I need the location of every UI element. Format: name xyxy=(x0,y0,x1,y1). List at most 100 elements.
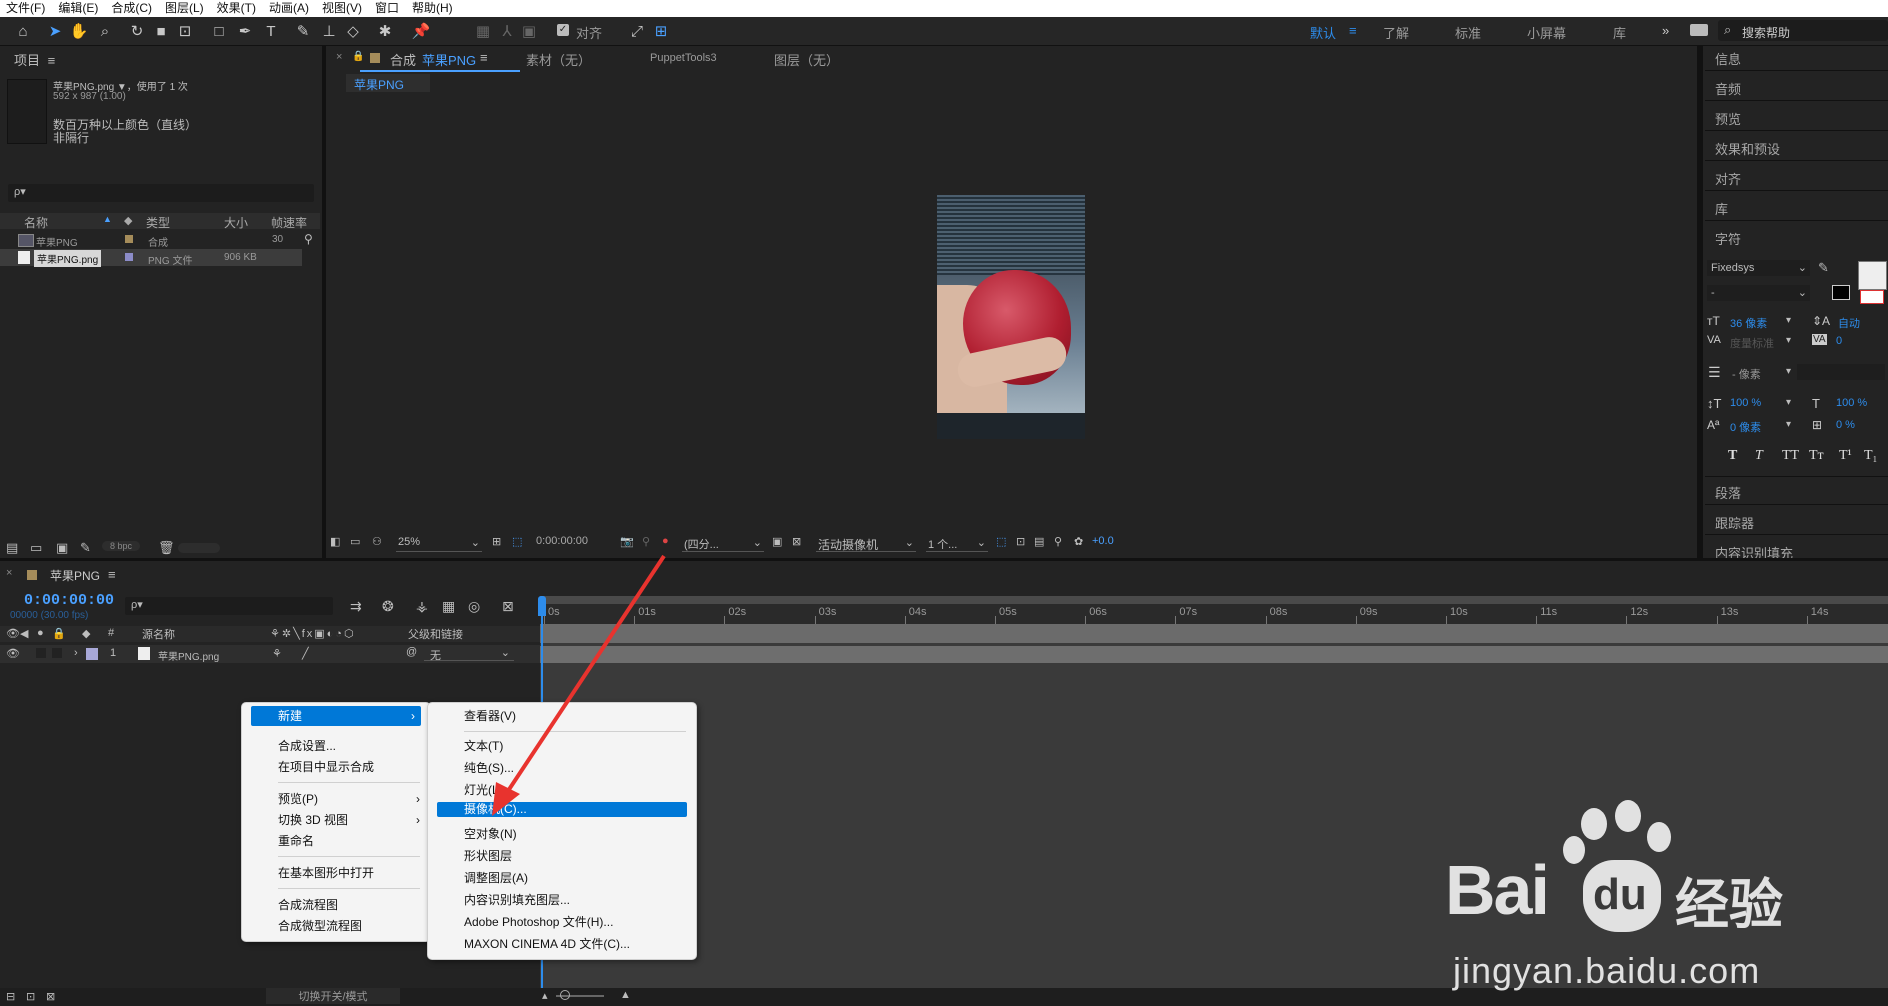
panel-character[interactable]: 字符 xyxy=(1715,229,1741,248)
panel-preview[interactable]: 预览 xyxy=(1715,109,1741,128)
motion-blur-icon[interactable]: ⊡ xyxy=(1016,535,1025,548)
pan-behind-tool-icon[interactable]: ⊡ xyxy=(176,22,194,40)
panel-menu-icon[interactable]: ≡ xyxy=(480,50,488,65)
visibility-icon[interactable]: 👁 xyxy=(6,627,20,640)
tracking-value[interactable]: 0 xyxy=(1836,335,1842,347)
zoom-dropdown[interactable]: 25% ⌄ xyxy=(396,533,482,552)
snap-target-icon[interactable]: ⊞ xyxy=(652,22,670,40)
kerning-value[interactable]: 度量标准 xyxy=(1730,335,1774,351)
menu-item-rename[interactable]: 重命名 xyxy=(278,831,314,851)
faux-bold-button[interactable]: T xyxy=(1728,448,1737,464)
frame-blending-icon[interactable]: ▦ xyxy=(442,598,455,615)
menu-layer[interactable]: 图层(L) xyxy=(159,0,211,17)
submenu-item-content-aware-fill-layer[interactable]: 内容识别填充图层... xyxy=(464,890,570,910)
reset-exposure-icon[interactable]: ✿ xyxy=(1074,535,1083,548)
font-style-dropdown[interactable]: - ⌄ xyxy=(1707,285,1810,301)
menu-item-flowchart[interactable]: 合成流程图 xyxy=(278,895,338,915)
menu-view[interactable]: 视图(V) xyxy=(316,0,369,17)
flowchart-icon[interactable]: ⚲ xyxy=(304,232,313,246)
always-preview-icon[interactable]: ◧ xyxy=(330,535,340,548)
toggle-switches-modes[interactable]: 切换开关/模式 xyxy=(266,988,400,1004)
font-size-value[interactable]: 36 像素 xyxy=(1730,315,1767,331)
col-source-name[interactable]: 源名称 xyxy=(142,626,175,642)
type-tool-icon[interactable]: T xyxy=(262,22,280,40)
monitor-icon[interactable]: ▭ xyxy=(350,535,360,548)
project-panel-title[interactable]: 项目 ≡ xyxy=(14,50,55,69)
audio-icon[interactable]: ◀ xyxy=(20,627,28,640)
shy-layers-icon[interactable]: ⚶ xyxy=(416,598,428,615)
vertical-scale-value[interactable]: 100 % xyxy=(1730,397,1761,409)
fast-preview-icon[interactable]: ▣ xyxy=(772,535,782,548)
current-time[interactable]: 0:00:00:00 xyxy=(24,592,114,609)
close-icon[interactable]: × xyxy=(336,51,342,63)
menu-file[interactable]: 文件(F) xyxy=(0,0,52,17)
layer-row[interactable]: 👁 › 1 苹果PNG.png ⚘ ╱ @ 无 ⌄ xyxy=(0,645,540,663)
workspace-small-screen[interactable]: 小屏幕 xyxy=(1527,23,1566,42)
project-row-png[interactable]: 苹果PNG.png PNG 文件 906 KB xyxy=(0,249,302,267)
workspace-menu-icon[interactable]: ≡ xyxy=(1349,23,1357,38)
chevron-down-icon[interactable]: ▾ xyxy=(1786,366,1791,377)
panel-toggle-icon[interactable] xyxy=(1690,24,1708,36)
hand-tool-icon[interactable]: ✋ xyxy=(70,22,89,40)
bit-depth-button[interactable]: 8 bpc xyxy=(102,541,141,551)
new-folder-icon[interactable]: ▭ xyxy=(30,540,42,556)
new-composition-icon[interactable]: ▣ xyxy=(56,540,68,556)
expand-pane-icon[interactable]: ⊟ xyxy=(6,990,15,1003)
stroke-type-dropdown[interactable] xyxy=(1797,364,1885,380)
quality-switch-icon[interactable]: ╱ xyxy=(302,647,309,660)
timeline-search-input[interactable]: ρ▾ xyxy=(125,597,333,615)
menu-item-comp-settings[interactable]: 合成设置... xyxy=(278,736,336,756)
submenu-item-photoshop-file[interactable]: Adobe Photoshop 文件(H)... xyxy=(464,912,613,932)
show-snapshot-icon[interactable]: ⚲ xyxy=(642,535,650,548)
snapshot-icon[interactable]: 📷 xyxy=(620,535,634,548)
all-caps-button[interactable]: TT xyxy=(1782,448,1799,464)
stroke-color-swatch[interactable] xyxy=(1832,285,1850,300)
menu-item-mini-flowchart[interactable]: 合成微型流程图 xyxy=(278,916,362,936)
col-type[interactable]: 类型 xyxy=(146,214,170,231)
chevron-down-icon[interactable]: ▾ xyxy=(1786,315,1791,326)
camera-dropdown[interactable]: 活动摄像机 ⌄ xyxy=(816,533,916,552)
lock-icon[interactable]: 🔒 xyxy=(52,627,66,640)
clone-stamp-tool-icon[interactable]: ⊥ xyxy=(320,22,338,40)
col-name[interactable]: 名称 xyxy=(24,214,48,231)
stroke-width-value[interactable]: - 像素 xyxy=(1732,366,1761,382)
chevron-down-icon[interactable]: ▾ xyxy=(1786,335,1791,346)
submenu-item-adjustment-layer[interactable]: 调整图层(A) xyxy=(464,868,528,888)
roto-brush-tool-icon[interactable]: ✱ xyxy=(376,22,394,40)
faux-italic-button[interactable]: T xyxy=(1755,448,1763,464)
panel-paragraph[interactable]: 段落 xyxy=(1715,483,1741,502)
composition-viewer[interactable] xyxy=(326,97,1696,531)
menu-help[interactable]: 帮助(H) xyxy=(406,0,460,17)
tab-footage[interactable]: 素材（无） xyxy=(526,50,591,69)
pen-tool-icon[interactable]: ✒ xyxy=(236,22,254,40)
submenu-item-shape-layer[interactable]: 形状图层 xyxy=(464,846,512,866)
expand-transfer-icon[interactable]: ⊡ xyxy=(26,990,35,1003)
project-row-comp[interactable]: 苹果PNG 合成 30 ⚲ xyxy=(0,231,320,249)
eraser-tool-icon[interactable]: ◇ xyxy=(344,22,362,40)
superscript-button[interactable]: T¹ xyxy=(1839,448,1852,464)
col-fps[interactable]: 帧速率 xyxy=(271,214,307,231)
interpret-footage-icon[interactable]: ▤ xyxy=(6,540,18,556)
panel-menu-icon[interactable]: ≡ xyxy=(48,53,56,68)
menu-item-new[interactable]: 新建 › xyxy=(251,706,421,726)
fill-color-swatch[interactable] xyxy=(1858,261,1887,290)
viewer-timecode[interactable]: 0:00:00:00 xyxy=(536,535,588,547)
transparency-grid-icon[interactable]: ⊠ xyxy=(792,535,801,548)
workspace-standard[interactable]: 标准 xyxy=(1455,23,1481,42)
exposure-value[interactable]: +0.0 xyxy=(1092,535,1114,547)
rotate-tool-icon[interactable]: ↻ xyxy=(128,22,146,40)
font-family-dropdown[interactable]: Fixedsys ⌄ xyxy=(1707,260,1810,276)
zoom-in-icon[interactable]: ▲ xyxy=(620,989,631,1001)
rectangle-tool-icon[interactable]: □ xyxy=(210,22,228,40)
draft-3d-icon[interactable]: ❂ xyxy=(382,598,394,615)
panel-effects-presets[interactable]: 效果和预设 xyxy=(1715,139,1780,158)
zoom-slider-thumb[interactable] xyxy=(560,990,570,1000)
visibility-icon[interactable]: 👁 xyxy=(6,647,20,660)
comp-mini-flowchart-icon[interactable]: ⇉ xyxy=(350,598,362,615)
eyedropper-icon[interactable]: ✎ xyxy=(1818,260,1829,276)
render-time-icon[interactable]: ⊠ xyxy=(46,990,55,1003)
sort-asc-icon[interactable]: ▲ xyxy=(103,214,112,224)
menu-window[interactable]: 窗口 xyxy=(369,0,406,17)
mask-visibility-icon[interactable]: ⚇ xyxy=(372,535,382,548)
submenu-item-null[interactable]: 空对象(N) xyxy=(464,824,517,844)
